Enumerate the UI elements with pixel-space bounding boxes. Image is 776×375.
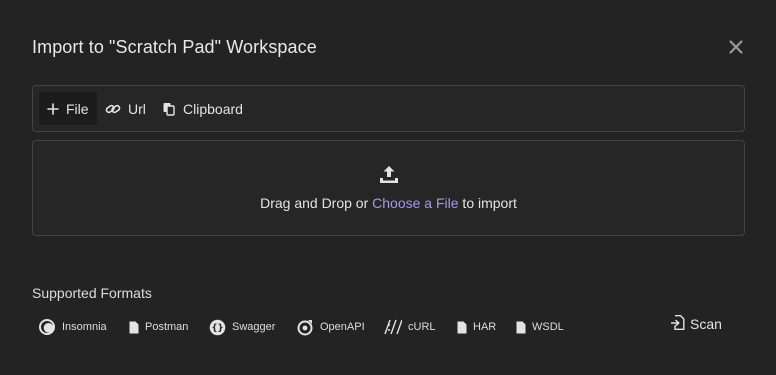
tab-label: Clipboard (183, 100, 243, 117)
file-import-icon (670, 315, 685, 333)
dropzone-text-after: to import (458, 195, 517, 211)
format-label: HAR (473, 321, 497, 333)
supported-formats-label: Supported Formats (32, 285, 152, 301)
tab-clipboard[interactable]: Clipboard (154, 92, 251, 125)
tab-url[interactable]: Url (97, 92, 154, 125)
file-icon (516, 321, 526, 334)
format-label: Swagger (232, 321, 276, 333)
curl-icon (384, 319, 402, 335)
format-label: Insomnia (62, 321, 107, 333)
dropzone-text-before: Drag and Drop or (260, 195, 373, 211)
format-wsdl: WSDL (516, 317, 564, 337)
file-icon (129, 321, 139, 334)
tab-label: File (66, 100, 89, 117)
close-icon[interactable] (726, 37, 746, 57)
format-postman: Postman (129, 317, 188, 337)
clipboard-icon (162, 102, 176, 116)
dropzone-text: Drag and Drop or Choose a File to import (33, 194, 744, 212)
plus-icon (47, 102, 59, 115)
import-dialog: Import to "Scratch Pad" Workspace File U… (0, 0, 776, 375)
tab-file[interactable]: File (39, 92, 97, 125)
file-icon (457, 321, 467, 334)
tab-label: Url (128, 100, 146, 117)
format-swagger: {} Swagger (209, 317, 275, 337)
link-icon (105, 101, 121, 117)
dialog-header: Import to "Scratch Pad" Workspace (32, 35, 752, 59)
insomnia-icon (38, 318, 56, 336)
file-dropzone[interactable]: Drag and Drop or Choose a File to import (32, 140, 745, 236)
import-source-tabs: File Url Clipboard (32, 85, 745, 132)
swagger-icon: {} (209, 319, 226, 336)
scan-label: Scan (690, 316, 722, 332)
choose-file-link[interactable]: Choose a File (372, 195, 458, 211)
format-openapi: OpenAPI (296, 317, 365, 337)
format-label: WSDL (532, 321, 564, 333)
scan-button[interactable]: Scan (670, 313, 722, 335)
format-label: Postman (145, 321, 189, 333)
format-har: HAR (457, 317, 496, 337)
format-label: cURL (408, 321, 436, 333)
svg-text:{}: {} (211, 323, 223, 333)
openapi-icon (296, 318, 314, 336)
format-curl: cURL (384, 317, 436, 337)
dialog-title: Import to "Scratch Pad" Workspace (32, 37, 317, 57)
format-insomnia: Insomnia (38, 317, 107, 337)
upload-icon (378, 164, 400, 191)
format-label: OpenAPI (320, 321, 365, 333)
